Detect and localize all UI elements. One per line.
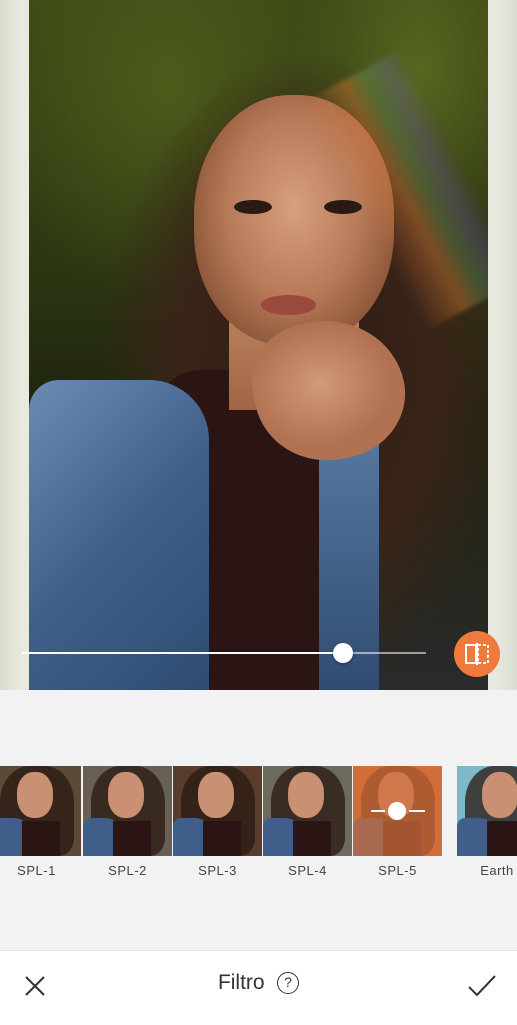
thumbnail-shirt — [293, 821, 331, 856]
filter-label: SPL-1 — [17, 863, 56, 878]
slider-thumb[interactable] — [333, 643, 353, 663]
thumbnail-face — [108, 772, 144, 818]
compare-split-icon — [465, 643, 489, 665]
slider-track — [351, 652, 426, 654]
filter-thumbnail-spl-1[interactable] — [0, 766, 81, 856]
mini-slider-line-left — [371, 810, 385, 812]
compare-button[interactable] — [454, 631, 500, 677]
filter-label: SPL-4 — [288, 863, 327, 878]
thumbnail-shirt — [113, 821, 151, 856]
mini-slider-thumb — [388, 802, 406, 820]
thumbnail-face — [17, 772, 53, 818]
filter-label: Earth — [480, 863, 514, 878]
checkmark-icon — [468, 975, 496, 997]
thumbnail-face — [198, 772, 234, 818]
filter-label: SPL-2 — [108, 863, 147, 878]
filter-intensity-slider[interactable] — [22, 643, 426, 663]
photo-eye-left — [234, 200, 272, 214]
photo-vest — [29, 380, 209, 690]
thumbnail-shirt — [22, 821, 60, 856]
thumbnail-shirt — [203, 821, 241, 856]
filter-thumbnail-spl-4[interactable] — [263, 766, 352, 856]
edited-photo[interactable] — [29, 0, 488, 690]
photo-eye-right — [324, 200, 362, 214]
filter-adjust-icon[interactable] — [371, 802, 425, 820]
mini-slider-line-right — [409, 810, 425, 812]
toolbar-title-group: Filtro ? — [0, 971, 517, 995]
thumbnail-shirt — [487, 821, 517, 856]
help-icon[interactable]: ? — [277, 972, 300, 994]
filter-label: SPL-5 — [378, 863, 417, 878]
confirm-button[interactable] — [466, 971, 498, 1001]
thumbnail-face — [482, 772, 517, 818]
toolbar-title: Filtro — [217, 971, 265, 994]
bottom-toolbar: Filtro ? — [0, 950, 517, 1025]
filter-strip[interactable]: SPL-1 SPL-2 SPL-3 SPL-4 SPL-5 Earth — [0, 766, 517, 886]
photo-canvas[interactable] — [0, 0, 517, 690]
filter-thumbnail-spl-2[interactable] — [83, 766, 172, 856]
thumbnail-face — [288, 772, 324, 818]
filter-thumbnail-spl-5[interactable] — [353, 766, 442, 856]
filter-thumbnail-earth[interactable] — [457, 766, 517, 856]
filter-thumbnail-spl-3[interactable] — [173, 766, 262, 856]
photo-lips — [261, 295, 316, 315]
filter-label: SPL-3 — [198, 863, 237, 878]
slider-fill — [22, 652, 333, 654]
